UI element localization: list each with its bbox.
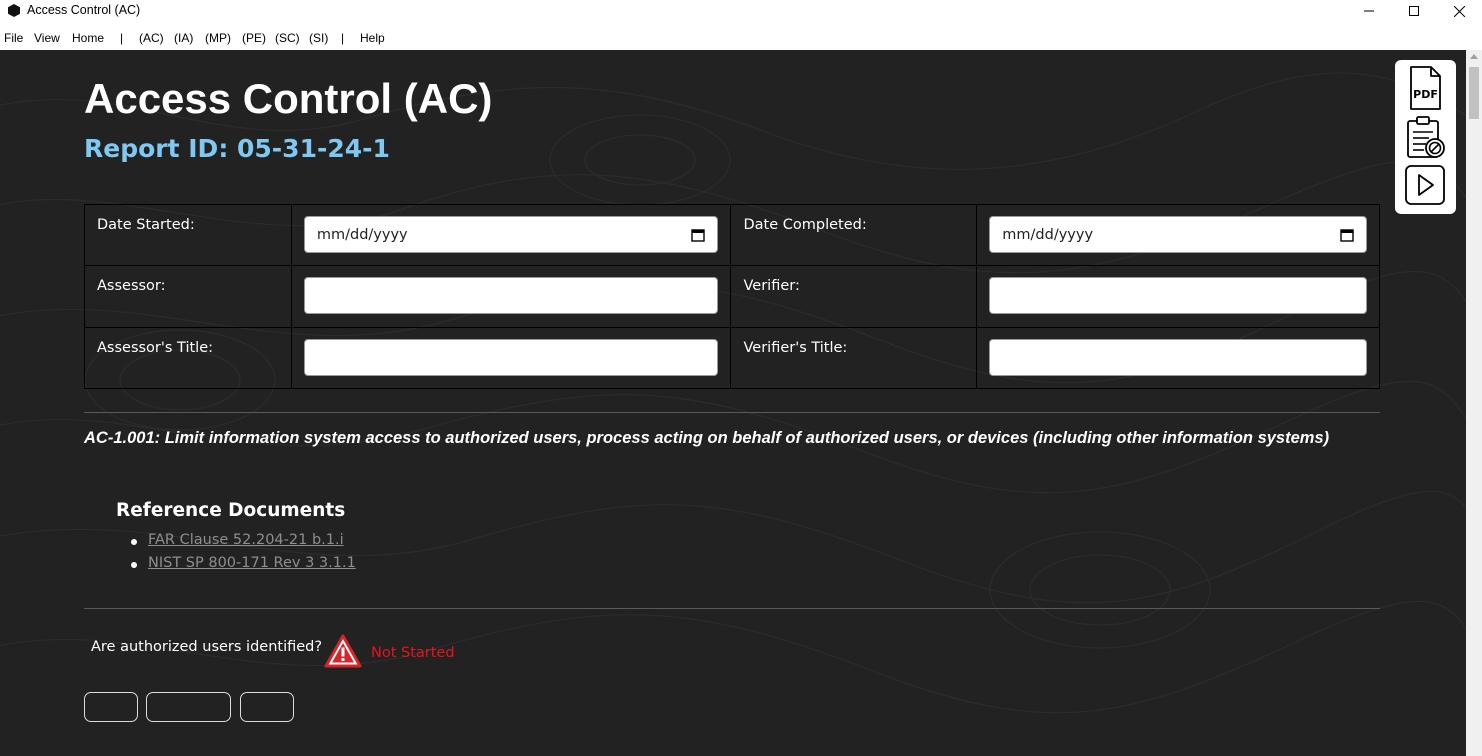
maximize-icon bbox=[1409, 6, 1419, 16]
warning-icon bbox=[324, 634, 362, 668]
menu-file[interactable]: File bbox=[4, 31, 23, 45]
maximize-button[interactable] bbox=[1391, 0, 1437, 22]
reference-link-far[interactable]: FAR Clause 52.204-21 b.1.i bbox=[148, 532, 344, 548]
menu-help[interactable]: Help bbox=[360, 31, 385, 45]
assessor-title-input[interactable] bbox=[303, 338, 719, 376]
answer-button[interactable] bbox=[146, 692, 231, 722]
close-button[interactable] bbox=[1436, 0, 1482, 22]
calendar-icon[interactable] bbox=[1340, 228, 1354, 242]
date-completed-label: Date Completed: bbox=[730, 203, 978, 267]
report-id: Report ID: 05-31-24-1 bbox=[84, 134, 390, 163]
bullet-icon bbox=[131, 562, 137, 568]
vertical-scrollbar[interactable] bbox=[1466, 50, 1482, 756]
date-completed-placeholder: mm/dd/yyyy bbox=[1002, 226, 1094, 243]
assessor-input[interactable] bbox=[303, 277, 719, 315]
verifier-title-input[interactable] bbox=[989, 338, 1367, 376]
answer-button[interactable] bbox=[84, 692, 138, 722]
scrollbar-thumb[interactable] bbox=[1469, 67, 1479, 119]
menu-separator: | bbox=[341, 31, 345, 45]
assessment-question: Are authorized users identified? bbox=[91, 639, 323, 655]
menu-view[interactable]: View bbox=[34, 31, 60, 45]
page-title: Access Control (AC) bbox=[84, 75, 493, 122]
reference-documents-heading: Reference Documents bbox=[116, 500, 346, 521]
menu-bar: File View Home | (AC) (IA) (MP) (PE) (SC… bbox=[0, 27, 1482, 49]
date-started-label: Date Started: bbox=[84, 203, 292, 267]
status-badge: Not Started bbox=[371, 645, 455, 661]
section-divider bbox=[84, 608, 1380, 609]
reference-link-nist[interactable]: NIST SP 800-171 Rev 3 3.1.1 bbox=[148, 555, 356, 571]
answer-button[interactable] bbox=[240, 692, 294, 722]
menu-mp[interactable]: (MP) bbox=[205, 31, 231, 45]
assessor-title-label: Assessor's Title: bbox=[84, 326, 292, 390]
menu-si[interactable]: (SI) bbox=[309, 31, 328, 45]
section-divider bbox=[84, 412, 1380, 413]
menu-home[interactable]: Home bbox=[72, 31, 104, 45]
menu-pe[interactable]: (PE) bbox=[242, 31, 266, 45]
requirement-text: AC-1.001: Limit information system acces… bbox=[84, 429, 1330, 447]
menu-sc[interactable]: (SC) bbox=[275, 31, 300, 45]
date-completed-input[interactable]: mm/dd/yyyy bbox=[989, 216, 1367, 253]
scroll-up-icon[interactable] bbox=[1470, 54, 1478, 59]
clipboard-report-button[interactable] bbox=[1402, 113, 1448, 161]
calendar-icon[interactable] bbox=[691, 228, 706, 242]
date-started-input[interactable]: mm/dd/yyyy bbox=[303, 216, 719, 253]
floating-toolbar: PDF bbox=[1395, 60, 1456, 214]
verifier-label: Verifier: bbox=[730, 265, 978, 328]
menu-ac[interactable]: (AC) bbox=[139, 31, 164, 45]
export-pdf-button[interactable]: PDF bbox=[1402, 64, 1448, 112]
date-started-placeholder: mm/dd/yyyy bbox=[316, 226, 408, 243]
minimize-button[interactable] bbox=[1346, 0, 1392, 22]
verifier-input[interactable] bbox=[989, 277, 1367, 315]
window-title: Access Control (AC) bbox=[27, 3, 141, 17]
minimize-icon bbox=[1364, 10, 1374, 12]
verifier-title-label: Verifier's Title: bbox=[730, 326, 978, 390]
menu-ia[interactable]: (IA) bbox=[174, 31, 193, 45]
title-bar: Access Control (AC) bbox=[0, 0, 1482, 24]
bullet-icon bbox=[131, 539, 137, 545]
play-button[interactable] bbox=[1402, 162, 1448, 210]
app-hexagon-icon bbox=[8, 4, 20, 17]
assessor-label: Assessor: bbox=[84, 265, 292, 328]
menu-separator: | bbox=[120, 31, 124, 45]
pdf-label: PDF bbox=[1413, 88, 1438, 101]
assessment-info-table: Date Started: mm/dd/yyyy Date Completed:… bbox=[84, 203, 1380, 390]
close-icon bbox=[1453, 5, 1465, 17]
